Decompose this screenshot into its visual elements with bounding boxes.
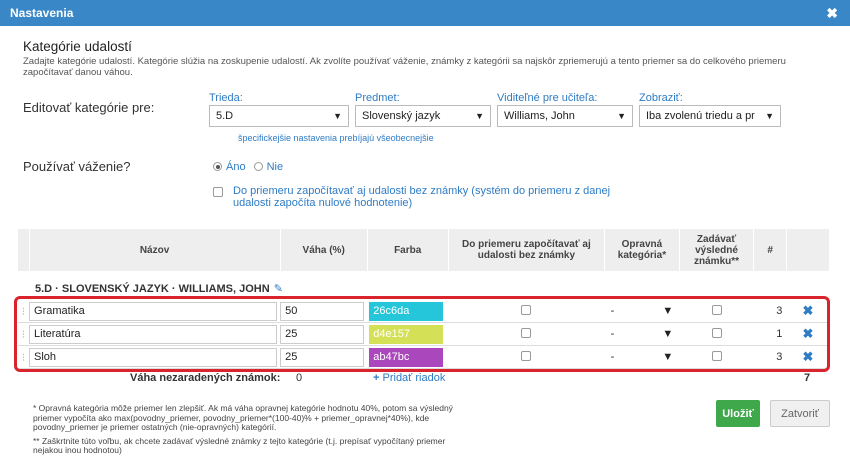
remedial-select[interactable]: - ▼ xyxy=(605,351,680,363)
color-swatch[interactable]: d4e157 xyxy=(369,324,444,344)
row-count: 3 xyxy=(753,300,787,323)
table-row: ⁝ Literatúra 25 d4e157 - ▼ 1 ✖ xyxy=(18,322,830,346)
weight-input[interactable]: 25 xyxy=(280,324,365,344)
add-row-link[interactable]: + Pridať riadok xyxy=(373,372,445,384)
radio-no[interactable]: Nie xyxy=(253,159,283,174)
drag-handle-icon[interactable]: ⁝ xyxy=(18,322,30,346)
edit-row: Editovať kategórie pre: Trieda: 5.D ▼ Pre… xyxy=(23,92,830,127)
no-grade-checkbox[interactable] xyxy=(213,187,223,197)
final-checkbox[interactable] xyxy=(711,327,722,338)
chevron-down-icon: ▼ xyxy=(765,111,774,121)
footnote-final: ** Zaškrtnite túto voľbu, ak chcete zadá… xyxy=(33,435,446,455)
save-button[interactable]: Uložiť xyxy=(716,400,760,427)
include-checkbox[interactable] xyxy=(521,350,532,361)
no-grade-text: Do priemeru započítavať aj udalosti bez … xyxy=(233,185,611,209)
table-footer: Váha nezaradených známok: 0 + Pridať ria… xyxy=(18,372,830,388)
header-color: Farba xyxy=(367,229,449,271)
subject-select[interactable]: Slovenský jazyk ▼ xyxy=(355,105,491,127)
categories-table: Názov Váha (%) Farba Do priemeru započít… xyxy=(18,229,831,369)
include-checkbox[interactable] xyxy=(521,327,532,338)
chevron-down-icon: ▼ xyxy=(333,111,342,121)
caret-down-icon: ▼ xyxy=(662,351,674,363)
final-checkbox[interactable] xyxy=(711,304,722,315)
weight-input[interactable]: 25 xyxy=(280,347,365,367)
header-include: Do priemeru započítavať aj udalosti bez … xyxy=(448,229,606,271)
caret-down-icon: ▼ xyxy=(662,328,674,340)
show-label: Zobraziť: xyxy=(639,92,683,104)
remedial-select[interactable]: - ▼ xyxy=(605,328,680,340)
delete-icon[interactable]: ✖ xyxy=(786,300,830,323)
plus-icon: + xyxy=(373,372,380,384)
settings-dialog: Nastavenia ✖ Kategórie udalostí Zadajte … xyxy=(0,0,850,475)
row-count: 1 xyxy=(753,322,787,346)
radio-checked-icon xyxy=(213,162,222,171)
edit-label: Editovať kategórie pre: xyxy=(23,100,155,115)
group-row: 5.D · SLOVENSKÝ JAZYK · WILLIAMS, JOHN ✎ xyxy=(18,271,830,300)
chevron-down-icon: ▼ xyxy=(617,111,626,121)
section-description: Zadajte kategórie udalostí. Kategórie sl… xyxy=(23,56,786,78)
table-row: ⁝ Sloh 25 ab47bc - ▼ 3 ✖ xyxy=(18,345,830,369)
table-row: ⁝ Gramatika 50 26c6da - ▼ 3 ✖ xyxy=(18,300,830,323)
dialog-titlebar: Nastavenia ✖ xyxy=(0,0,850,26)
settings-hint: špecifickejšie nastavenia prebíjajú všeo… xyxy=(238,133,434,143)
header-actions xyxy=(786,229,831,271)
caret-down-icon: ▼ xyxy=(662,305,674,317)
header-final: Zadávať výsledné známku** xyxy=(679,229,755,271)
drag-handle-icon[interactable]: ⁝ xyxy=(18,300,30,323)
radio-yes[interactable]: Áno xyxy=(213,159,246,174)
final-checkbox[interactable] xyxy=(711,350,722,361)
subject-label: Predmet: xyxy=(355,92,400,104)
unassigned-label: Váha nezaradených známok: xyxy=(130,372,281,384)
dialog-title: Nastavenia xyxy=(10,6,74,20)
name-input[interactable]: Gramatika xyxy=(29,301,278,321)
handle-header xyxy=(18,229,30,271)
footnotes: * Opravná kategória môže priemer len zle… xyxy=(33,403,473,456)
name-input[interactable]: Sloh xyxy=(29,347,278,367)
footnote-remedial: * Opravná kategória môže priemer len zle… xyxy=(33,403,453,432)
delete-icon[interactable]: ✖ xyxy=(786,322,830,346)
header-weight: Váha (%) xyxy=(280,229,368,271)
weighting-row: Používať váženie? Áno Nie xyxy=(23,159,830,174)
header-name: Názov xyxy=(29,229,281,271)
unassigned-value: 0 xyxy=(296,372,303,384)
delete-icon[interactable]: ✖ xyxy=(786,345,830,369)
color-swatch[interactable]: ab47bc xyxy=(369,347,444,367)
teacher-select[interactable]: Williams, John ▼ xyxy=(497,105,633,127)
drag-handle-icon[interactable]: ⁝ xyxy=(18,345,30,369)
remedial-select[interactable]: - ▼ xyxy=(605,305,680,317)
class-label: Trieda: xyxy=(209,92,243,104)
chevron-down-icon: ▼ xyxy=(475,111,484,121)
row-count: 3 xyxy=(753,345,787,369)
color-swatch[interactable]: 26c6da xyxy=(369,301,444,321)
section-title: Kategórie udalostí xyxy=(23,39,132,54)
close-icon[interactable]: ✖ xyxy=(826,5,838,22)
weight-input[interactable]: 50 xyxy=(280,301,365,321)
no-grade-option: Do priemeru započítavať aj udalosti bez … xyxy=(213,185,830,209)
include-checkbox[interactable] xyxy=(521,304,532,315)
header-remedial: Opravná kategória* xyxy=(604,229,680,271)
weighting-label: Používať váženie? xyxy=(23,159,131,174)
total-count: 7 xyxy=(804,372,811,384)
visible-label: Viditeľné pre učiteľa: xyxy=(497,92,598,104)
show-select[interactable]: Iba zvolenú triedu a pr ▼ xyxy=(639,105,781,127)
radio-unchecked-icon xyxy=(253,162,263,171)
class-select[interactable]: 5.D ▼ xyxy=(209,105,349,127)
header-count: # xyxy=(753,229,787,271)
name-input[interactable]: Literatúra xyxy=(29,324,278,344)
categories-table-wrap: Názov Váha (%) Farba Do priemeru započít… xyxy=(18,229,831,369)
group-title: 5.D · SLOVENSKÝ JAZYK · WILLIAMS, JOHN xyxy=(35,282,270,295)
pencil-icon[interactable]: ✎ xyxy=(274,283,283,295)
close-button[interactable]: Zatvoriť xyxy=(770,400,830,427)
